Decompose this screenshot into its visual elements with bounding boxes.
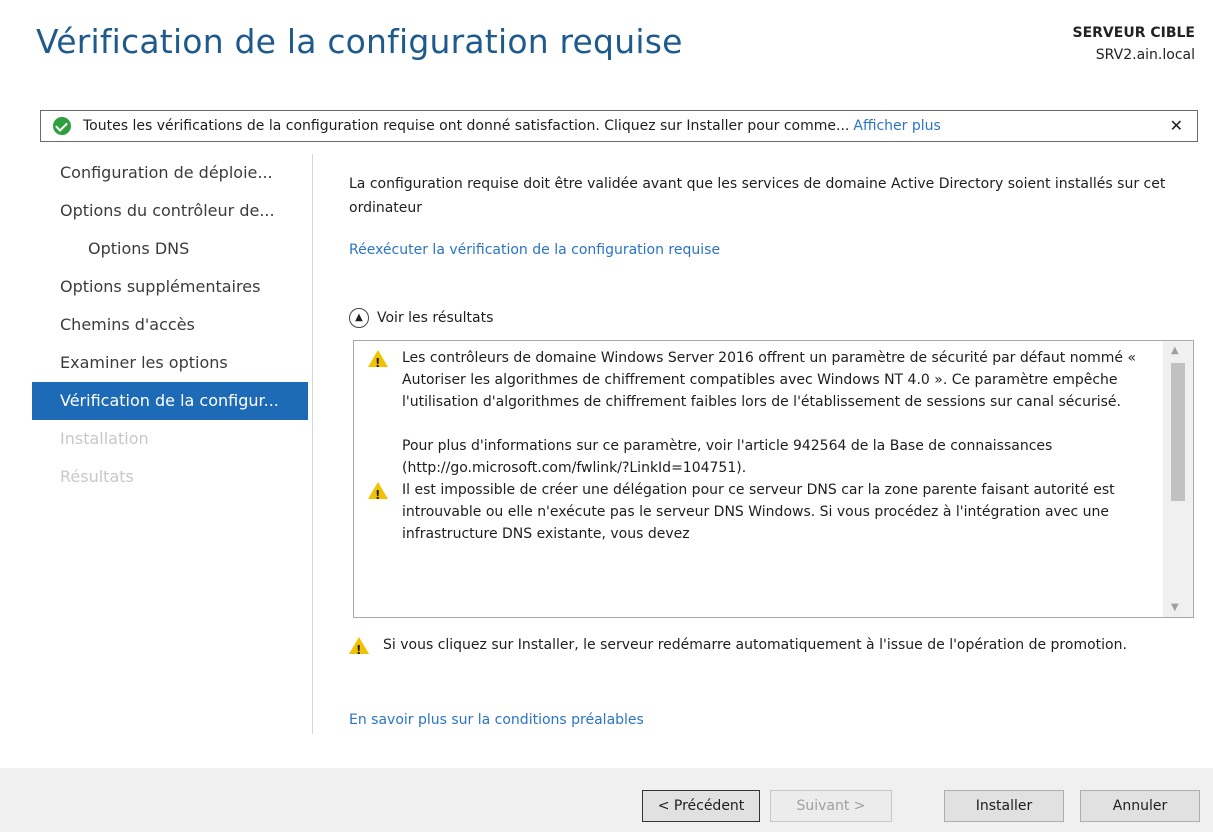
results-list[interactable]: Les contrôleurs de domaine Windows Serve… <box>353 340 1194 618</box>
install-button[interactable]: Installer <box>944 790 1064 822</box>
button-bar: < Précédent Suivant > Installer Annuler <box>0 768 1213 832</box>
nav-item-paths[interactable]: Chemins d'accès <box>32 306 308 344</box>
main-content: La configuration requise doit être valid… <box>349 172 1199 728</box>
rerun-check-link[interactable]: Réexécuter la vérification de la configu… <box>349 242 720 258</box>
nav-item-review-options[interactable]: Examiner les options <box>32 344 308 382</box>
success-check-icon <box>53 117 71 135</box>
next-button: Suivant > <box>770 790 892 822</box>
result-text: Il est impossible de créer une délégatio… <box>402 482 1115 542</box>
intro-text: La configuration requise doit être valid… <box>349 176 1166 216</box>
nav-item-installation: Installation <box>60 429 149 448</box>
warning-icon <box>368 482 388 506</box>
wizard-nav: Configuration de déploie... Options du c… <box>32 154 313 734</box>
restart-warning: Si vous cliquez sur Installer, le serveu… <box>349 634 1199 661</box>
show-more-link[interactable]: Afficher plus <box>853 118 940 134</box>
close-icon[interactable]: ✕ <box>1170 116 1183 135</box>
results-scrollbar[interactable]: ▲ ▼ <box>1163 341 1193 617</box>
chevron-up-icon[interactable]: ▲ <box>349 308 369 328</box>
result-item: Les contrôleurs de domaine Windows Serve… <box>354 347 1163 479</box>
page-title: Vérification de la configuration requise <box>36 22 683 61</box>
nav-item-additional-options[interactable]: Options supplémentaires <box>32 268 308 306</box>
target-server-label: SERVEUR CIBLE <box>1072 25 1196 41</box>
results-toggle[interactable]: ▲ Voir les résultats <box>349 308 493 328</box>
cancel-button[interactable]: Annuler <box>1080 790 1200 822</box>
notification-bar: Toutes les vérifications de la configura… <box>40 110 1198 142</box>
nav-item-dc-options[interactable]: Options du contrôleur de... <box>32 192 308 230</box>
scroll-down-icon[interactable]: ▼ <box>1171 602 1179 613</box>
result-item: Il est impossible de créer une délégatio… <box>354 479 1163 545</box>
learn-more-link[interactable]: En savoir plus sur la conditions préalab… <box>349 712 644 728</box>
wizard-page: Vérification de la configuration requise… <box>0 0 1213 832</box>
result-text: Les contrôleurs de domaine Windows Serve… <box>402 350 1137 410</box>
restart-warning-text: Si vous cliquez sur Installer, le serveu… <box>383 637 1127 653</box>
scroll-thumb[interactable] <box>1171 363 1185 501</box>
target-server-value: SRV2.ain.local <box>1095 47 1195 63</box>
result-text: Pour plus d'informations sur ce paramètr… <box>402 438 1053 476</box>
results-toggle-label: Voir les résultats <box>377 310 494 326</box>
nav-item-dns-options[interactable]: Options DNS <box>32 230 308 268</box>
previous-button[interactable]: < Précédent <box>642 790 760 822</box>
target-server: SERVEUR CIBLE SRV2.ain.local <box>1073 22 1196 66</box>
warning-icon <box>349 637 369 661</box>
nav-item-results: Résultats <box>60 467 134 486</box>
scroll-up-icon[interactable]: ▲ <box>1171 345 1179 356</box>
nav-item-prerequisites-check[interactable]: Vérification de la configur... <box>32 382 308 420</box>
notification-message: Toutes les vérifications de la configura… <box>83 118 850 134</box>
nav-item-deployment-config[interactable]: Configuration de déploie... <box>32 154 308 192</box>
warning-icon <box>368 350 388 374</box>
